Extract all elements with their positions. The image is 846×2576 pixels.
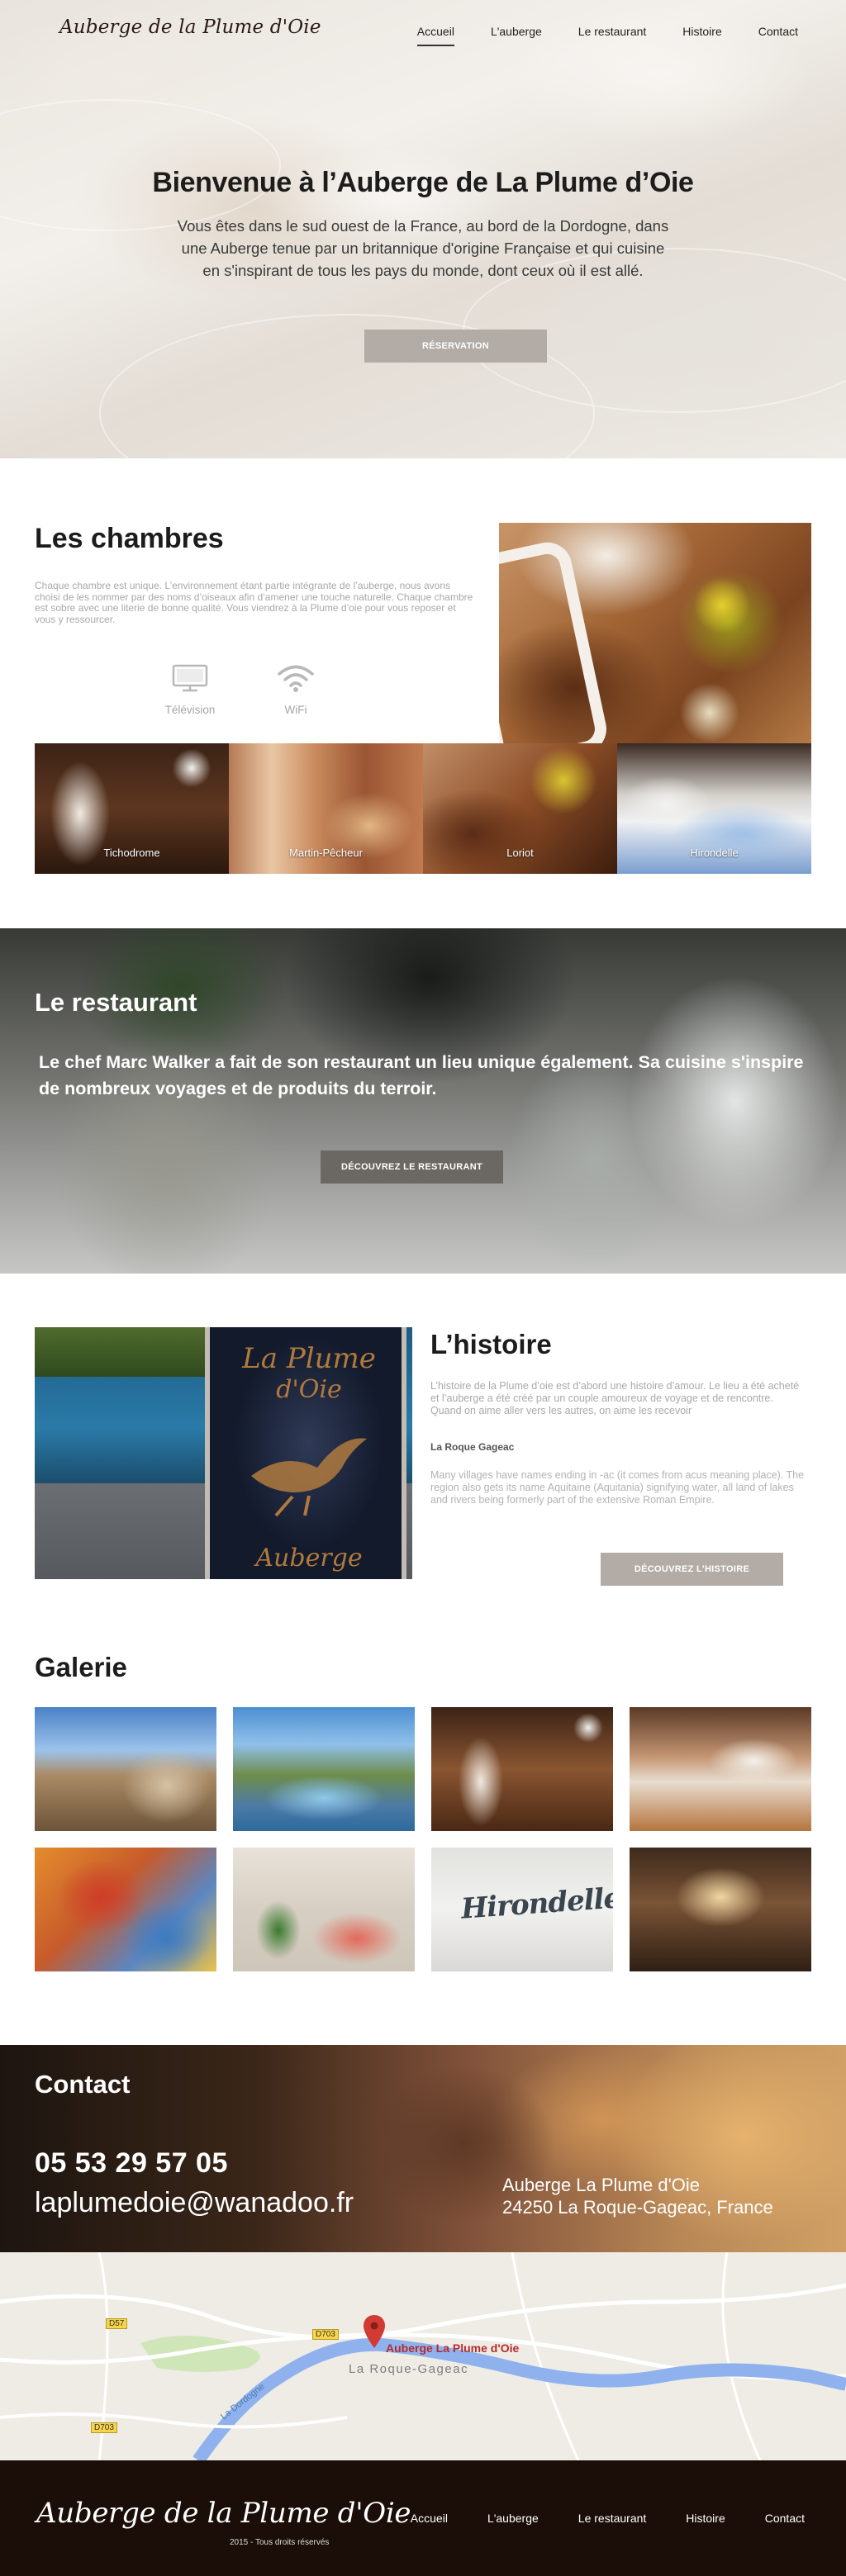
room-card-tichodrome[interactable]: Tichodrome xyxy=(35,743,229,874)
footer-nav-histoire[interactable]: Histoire xyxy=(686,2512,725,2525)
restaurant-section: Le restaurant Le chef Marc Walker a fait… xyxy=(0,928,846,1274)
sign-text: Auberge xyxy=(255,1544,363,1573)
address-line: 24250 La Roque-Gageac, France xyxy=(502,2197,773,2218)
contact-title: Contact xyxy=(35,2070,131,2099)
main-nav: Accueil L'auberge Le restaurant Histoire… xyxy=(381,25,798,46)
hero-title: Bienvenue à l’Auberge de La Plume d’Oie xyxy=(152,167,694,198)
address-line: Auberge La Plume d'Oie xyxy=(502,2175,701,2195)
history-text-2: Many villages have names ending in -ac (… xyxy=(430,1469,805,1506)
amenity-label: WiFi xyxy=(284,704,307,716)
gallery-image-bedroom[interactable] xyxy=(630,1707,811,1831)
contact-phone[interactable]: 05 53 29 57 05 xyxy=(35,2147,228,2180)
map-pin-icon[interactable] xyxy=(364,2315,385,2348)
nav-item-accueil[interactable]: Accueil xyxy=(416,25,454,46)
inn-sign: La Plume d'Oie Auberge xyxy=(205,1327,406,1579)
amenity-wifi: WiFi xyxy=(263,661,329,716)
history-photo: La Plume d'Oie Auberge xyxy=(35,1327,412,1579)
nav-item-contact[interactable]: Contact xyxy=(758,25,798,46)
room-name: Martin-Pêcheur xyxy=(289,847,363,859)
amenity-television: Télévision xyxy=(157,661,223,716)
footer-copyright: 2015 - Tous droits réservés xyxy=(230,2538,330,2547)
room-name: Hirondelle xyxy=(690,847,739,859)
footer-nav-accueil[interactable]: Accueil xyxy=(411,2512,448,2525)
site-logo[interactable]: Auberge de la Plume d'Oie xyxy=(59,17,321,38)
discover-history-button[interactable]: DÉCOUVREZ L'HISTOIRE xyxy=(601,1553,783,1586)
riverbank-shape xyxy=(35,1327,233,1377)
map-canvas xyxy=(0,2252,846,2460)
gallery-title: Galerie xyxy=(35,1652,127,1682)
gallery-image-room-bed[interactable] xyxy=(233,1848,415,1971)
rooms-strip: Tichodrome Martin-Pêcheur Loriot Hironde… xyxy=(35,743,811,874)
sign-text: Hirondelle xyxy=(459,1881,613,1926)
tv-icon xyxy=(157,661,223,695)
gallery-image-village[interactable] xyxy=(35,1707,216,1831)
restaurant-text: Le chef Marc Walker a fait de son restau… xyxy=(39,1052,804,1098)
contact-address: Auberge La Plume d'Oie 24250 La Roque-Ga… xyxy=(502,2174,773,2218)
footer-nav-restaurant[interactable]: Le restaurant xyxy=(578,2512,647,2525)
footer-logo[interactable]: Auberge de la Plume d'Oie xyxy=(36,2497,411,2530)
wifi-icon xyxy=(263,661,329,695)
history-subtitle: La Roque Gageac xyxy=(430,1441,515,1453)
restaurant-title: Le restaurant xyxy=(35,988,197,1017)
chair-shape xyxy=(499,538,611,743)
history-title: L’histoire xyxy=(430,1329,552,1359)
site-footer: Auberge de la Plume d'Oie 2015 - Tous dr… xyxy=(0,2460,846,2576)
footer-nav: Accueil L'auberge Le restaurant Histoire… xyxy=(371,2512,805,2525)
footer-nav-auberge[interactable]: L'auberge xyxy=(487,2512,539,2525)
room-feature-photo xyxy=(499,523,811,743)
location-map[interactable]: D57 D703 D703 Auberge La Plume d'Oie La … xyxy=(0,2252,846,2460)
hero-bed-texture xyxy=(0,99,281,231)
gallery-grid: Hirondelle xyxy=(35,1707,811,1971)
room-card-hirondelle[interactable]: Hirondelle xyxy=(617,743,811,874)
amenity-label: Télévision xyxy=(164,704,216,716)
rooms-title: Les chambres xyxy=(35,523,224,554)
gallery-image-dining-room[interactable] xyxy=(630,1848,811,1971)
contact-section: Contact 05 53 29 57 05 laplumedoie@wanad… xyxy=(0,2045,846,2252)
gallery-image-sign[interactable]: Hirondelle xyxy=(431,1848,613,1971)
room-card-loriot[interactable]: Loriot xyxy=(423,743,617,874)
discover-restaurant-button[interactable]: DÉCOUVREZ LE RESTAURANT xyxy=(321,1150,503,1184)
rooms-text: Chaque chambre est unique. L’environneme… xyxy=(35,580,473,625)
room-name: Tichodrome xyxy=(103,847,160,859)
room-name: Loriot xyxy=(506,847,534,859)
goose-icon xyxy=(251,1438,367,1517)
map-town-label: La Roque-Gageac xyxy=(349,2362,469,2376)
nav-item-auberge[interactable]: L'auberge xyxy=(491,25,542,46)
gallery-image-chair[interactable] xyxy=(431,1707,613,1831)
road-badge: D703 xyxy=(91,2422,117,2433)
footer-nav-contact[interactable]: Contact xyxy=(765,2512,805,2525)
history-text: L’histoire de la Plume d’oie est d’abord… xyxy=(430,1380,800,1416)
sign-text: La Plume xyxy=(242,1342,376,1375)
map-pin-label: Auberge La Plume d'Oie xyxy=(386,2341,520,2355)
reservation-button[interactable]: RÉSERVATION xyxy=(364,330,547,363)
road-badge: D703 xyxy=(312,2329,339,2340)
room-card-martin-pecheur[interactable]: Martin-Pêcheur xyxy=(229,743,423,874)
sign-text: d'Oie xyxy=(276,1375,342,1404)
gallery-image-river[interactable] xyxy=(233,1707,415,1831)
nav-item-restaurant[interactable]: Le restaurant xyxy=(578,25,647,46)
hero-section: Auberge de la Plume d'Oie Accueil L'aube… xyxy=(0,0,846,458)
contact-email[interactable]: laplumedoie@wanadoo.fr xyxy=(35,2187,354,2219)
road-badge: D57 xyxy=(106,2318,128,2329)
gallery-image-painting[interactable] xyxy=(35,1848,216,1971)
hero-text: Vous êtes dans le sud ouest de la France… xyxy=(177,217,669,279)
nav-item-histoire[interactable]: Histoire xyxy=(682,25,721,46)
